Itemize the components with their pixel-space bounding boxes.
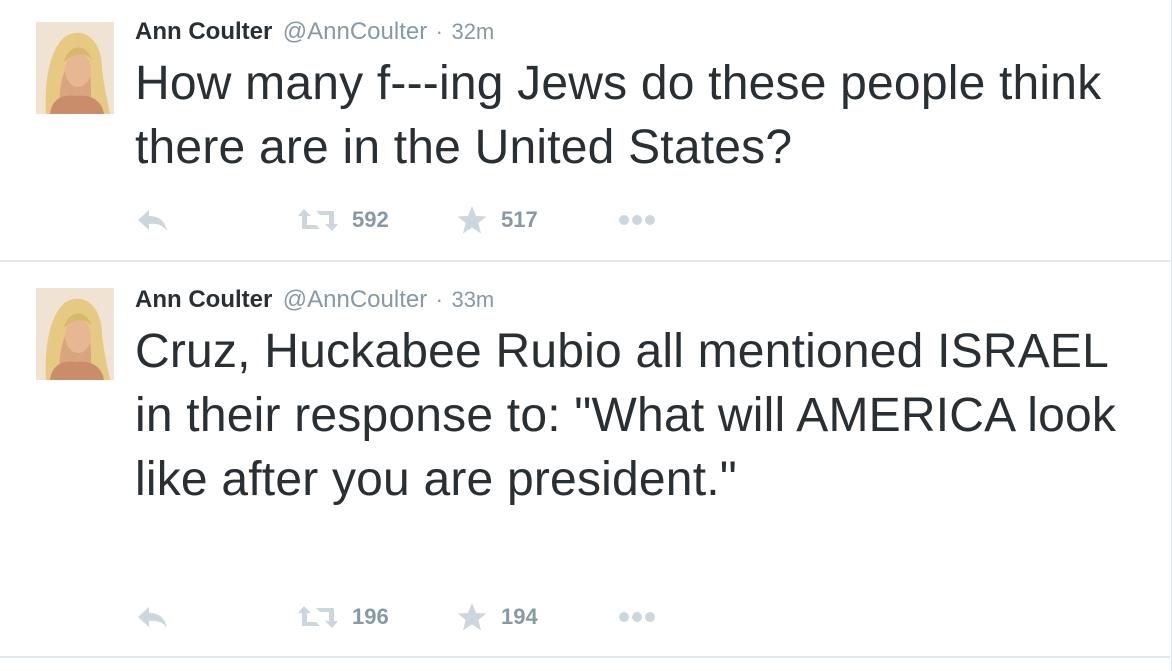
avatar-photo bbox=[36, 288, 114, 380]
tweet-header: Ann Coulter @AnnCoulter · 32m bbox=[135, 18, 494, 49]
favorite-button[interactable]: 517 bbox=[457, 200, 538, 240]
tweet-timestamp[interactable]: 33m bbox=[451, 287, 494, 312]
tweet-text: How many f---ing Jews do these people th… bbox=[135, 57, 1102, 174]
retweet-button[interactable]: 592 bbox=[298, 200, 389, 240]
retweet-icon bbox=[298, 606, 338, 628]
more-button[interactable] bbox=[617, 597, 657, 637]
avatar[interactable] bbox=[36, 22, 114, 114]
tweet-text: Cruz, Huckabee Rubio all mentioned ISRAE… bbox=[135, 325, 1117, 506]
retweet-count: 196 bbox=[352, 604, 389, 629]
separator: · bbox=[435, 287, 443, 312]
tweet-header: Ann Coulter @AnnCoulter · 33m bbox=[135, 286, 494, 317]
star-icon bbox=[457, 603, 487, 631]
retweet-count: 592 bbox=[352, 207, 389, 232]
retweet-button[interactable]: 196 bbox=[298, 597, 389, 637]
tweet[interactable]: Ann Coulter @AnnCoulter · 33m Cruz, Huck… bbox=[0, 262, 1170, 658]
more-dots-icon bbox=[619, 215, 655, 225]
retweet-icon bbox=[298, 209, 338, 231]
reply-button[interactable] bbox=[135, 597, 169, 637]
author-name[interactable]: Ann Coulter bbox=[135, 286, 272, 313]
favorite-count: 194 bbox=[501, 604, 538, 629]
tweet-timeline: Ann Coulter @AnnCoulter · 32m How many f… bbox=[0, 0, 1172, 671]
author-handle[interactable]: @AnnCoulter bbox=[283, 18, 427, 45]
reply-button[interactable] bbox=[135, 200, 169, 240]
separator: · bbox=[435, 19, 443, 44]
tweet-timestamp[interactable]: 32m bbox=[451, 19, 494, 44]
more-dots-icon bbox=[619, 612, 655, 622]
tweet-actions: 592 517 bbox=[135, 200, 695, 240]
favorite-count: 517 bbox=[501, 207, 538, 232]
favorite-button[interactable]: 194 bbox=[457, 597, 538, 637]
author-handle[interactable]: @AnnCoulter bbox=[283, 286, 427, 313]
avatar-photo bbox=[36, 22, 114, 114]
reply-icon bbox=[138, 210, 167, 231]
tweet[interactable]: Ann Coulter @AnnCoulter · 32m How many f… bbox=[0, 0, 1170, 262]
author-name[interactable]: Ann Coulter bbox=[135, 18, 272, 45]
reply-icon bbox=[138, 607, 167, 628]
more-button[interactable] bbox=[617, 200, 657, 240]
tweet-actions: 196 194 bbox=[135, 597, 695, 637]
avatar[interactable] bbox=[36, 288, 114, 380]
star-icon bbox=[457, 206, 487, 234]
